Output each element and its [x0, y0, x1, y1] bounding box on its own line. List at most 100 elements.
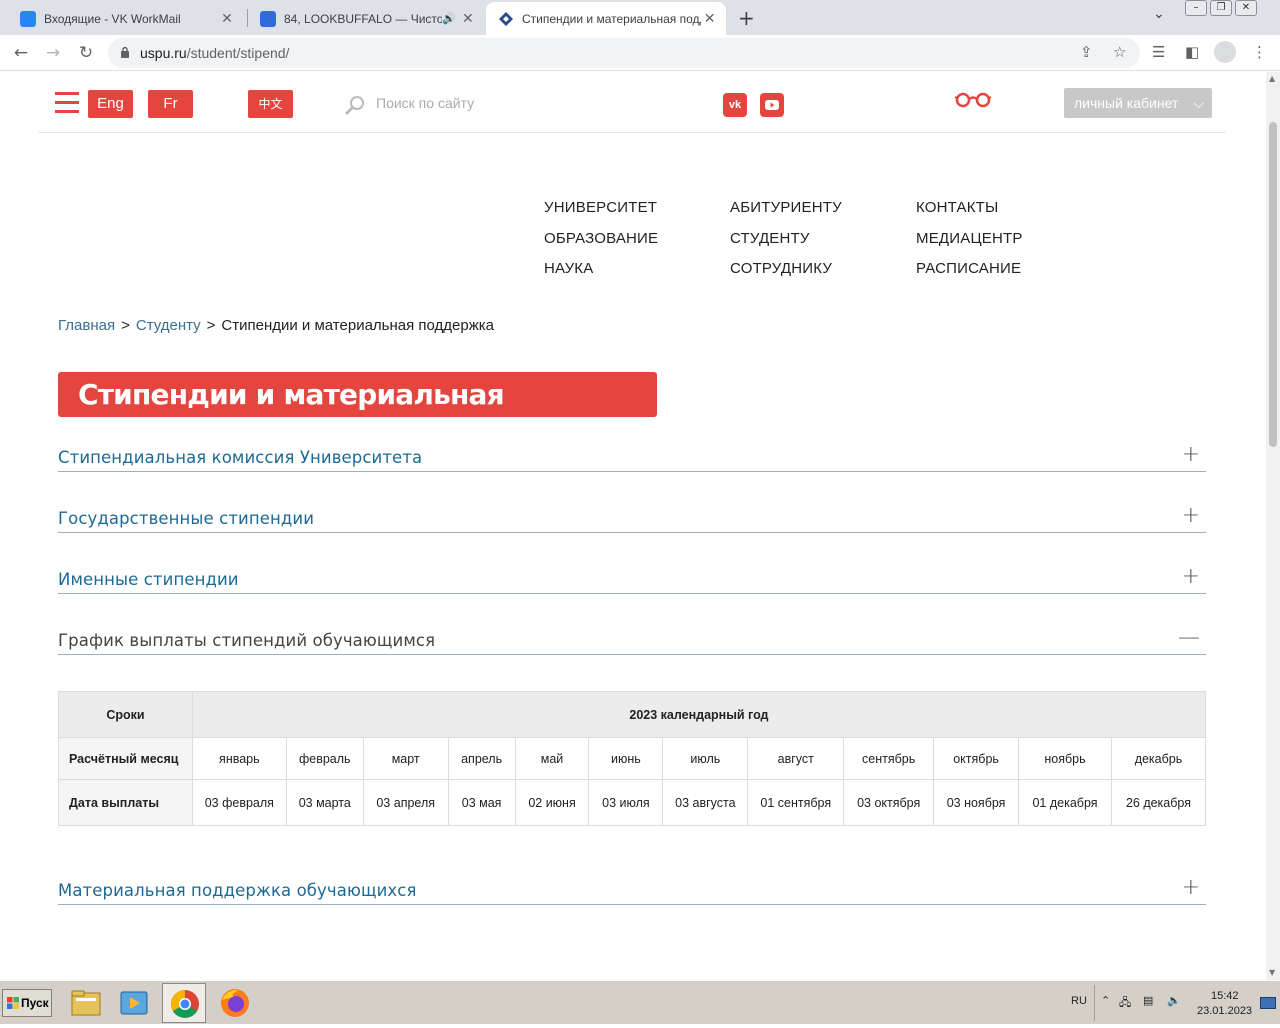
date-cell: 02 июня [514, 779, 590, 826]
tab-close-icon[interactable]: ✕ [460, 10, 476, 27]
personal-cabinet-button[interactable]: личный кабинет ⌵ [1064, 88, 1212, 118]
address-bar[interactable]: uspu.ru/student/stipend/ ⇪ ☆ [108, 38, 1140, 68]
month-cell: январь [191, 737, 287, 780]
site-header: Eng Fr 中文 vk личный кабинет ⌵ [38, 72, 1226, 133]
accordion-material-support[interactable]: Материальная поддержка обучающихся + [58, 875, 1206, 905]
breadcrumb: Главная > Студенту > Стипендии и материальна… [58, 317, 494, 334]
header-terms-cell: Сроки [58, 691, 193, 738]
lock-icon [121, 46, 129, 58]
accordion-label: Государственные стипендии [58, 509, 315, 528]
media-control-icon[interactable]: ☰ [1152, 43, 1165, 61]
network-status-icon[interactable]: 🖧 [1119, 994, 1131, 1013]
lang-english-button[interactable]: Eng [88, 90, 133, 118]
breadcrumb-separator: > [121, 317, 130, 334]
search-icon[interactable] [344, 94, 366, 116]
firefox-taskbar-icon[interactable] [213, 983, 257, 1023]
nav-item-schedule[interactable]: РАСПИСАНИЕ [916, 259, 1023, 290]
forward-arrow-icon[interactable]: → [41, 41, 65, 65]
media-player-taskbar-icon[interactable] [113, 983, 157, 1023]
nav-item-science[interactable]: НАУКА [544, 259, 658, 290]
vk-social-icon[interactable]: vk [723, 93, 747, 117]
accordion-payment-schedule[interactable]: График выплаты стипендий обучающимся — [58, 625, 1206, 655]
tab-vk-workmail[interactable]: Входящие - VK WorkMail ✕ [8, 2, 244, 35]
url-text: uspu.ru/student/stipend/ [140, 45, 289, 61]
tray-device-icon[interactable]: ▤ [1143, 994, 1153, 1007]
system-tray: ⌃ 🖧 ▤ 🔈 15:42 23.01.2023 [1094, 985, 1254, 1021]
month-cell: ноябрь [1018, 737, 1112, 780]
window-controls: – ❐ ✕ [1182, 0, 1257, 18]
vk-workmail-favicon-icon [20, 10, 36, 27]
row-label-month: Расчётный месяц [58, 737, 193, 780]
tab-close-icon[interactable]: ✕ [218, 10, 236, 27]
nav-item-contacts[interactable]: КОНТАКТЫ [916, 198, 1023, 229]
reload-icon[interactable]: ↻ [74, 41, 98, 65]
browser-toolbar: ← → ↻ uspu.ru/student/stipend/ ⇪ ☆ ☰ ◧ ⋮ [0, 35, 1280, 71]
scrollbar-thumb[interactable] [1269, 122, 1277, 447]
breadcrumb-home-link[interactable]: Главная [58, 317, 115, 334]
expand-plus-icon[interactable]: + [1182, 442, 1200, 467]
month-cell: июнь [588, 737, 664, 780]
tray-expand-chevron-icon[interactable]: ⌃ [1101, 994, 1110, 1007]
scroll-up-arrow-icon[interactable]: ▲ [1269, 74, 1275, 83]
windows-flag-icon [7, 997, 19, 1009]
clock-date[interactable]: 23.01.2023 [1197, 1005, 1252, 1017]
new-tab-icon[interactable]: + [738, 6, 755, 30]
tab-title: Входящие - VK WorkMail [44, 11, 181, 26]
nav-item-university[interactable]: УНИВЕРСИТЕТ [544, 198, 658, 229]
profile-avatar-icon[interactable] [1214, 41, 1236, 63]
site-search-input[interactable] [376, 90, 676, 116]
browser-menu-icon[interactable]: ⋮ [1252, 43, 1267, 61]
uspu-favicon-icon [498, 11, 514, 27]
audio-playing-icon[interactable]: 🔊 [442, 12, 456, 25]
nav-item-mediacenter[interactable]: МЕДИАЦЕНТР [916, 229, 1023, 260]
accordion-commission[interactable]: Стипендиальная комиссия Университета + [58, 442, 1206, 472]
chevron-down-icon: ⌵ [1193, 95, 1204, 111]
accordion-state-scholarships[interactable]: Государственные стипендии + [58, 503, 1206, 533]
language-indicator[interactable]: RU [1071, 995, 1087, 1007]
start-button[interactable]: Пуск [2, 989, 52, 1017]
tab-lookbuffalo[interactable]: 84, LOOKBUFFALO — Чисто па 🔊 ✕ [248, 2, 484, 35]
youtube-social-icon[interactable] [760, 93, 784, 117]
page-scrollbar[interactable]: ▲ ▼ [1266, 72, 1280, 980]
nav-item-education[interactable]: ОБРАЗОВАНИЕ [544, 229, 658, 260]
date-cell: 03 мая [447, 779, 516, 826]
volume-icon[interactable]: 🔈 [1167, 994, 1181, 1007]
nav-item-applicant[interactable]: АБИТУРИЕНТУ [730, 198, 842, 229]
expand-plus-icon[interactable]: + [1182, 875, 1200, 900]
file-explorer-taskbar-icon[interactable] [64, 983, 108, 1023]
expand-plus-icon[interactable]: + [1182, 564, 1200, 589]
lang-french-button[interactable]: Fr [148, 90, 193, 118]
date-cell: 01 сентября [747, 779, 845, 826]
url-path: /student/stipend/ [186, 45, 290, 61]
close-window-icon[interactable]: ✕ [1235, 0, 1257, 16]
video-favicon-icon [260, 10, 276, 27]
page-title-banner: Стипендии и материальная поддержка [58, 372, 657, 456]
restore-icon[interactable]: ❐ [1210, 0, 1232, 16]
tab-search-chevron-icon[interactable]: ⌄ [1153, 6, 1165, 22]
tab-stipend-active[interactable]: Стипендии и материальная подде ✕ [486, 2, 726, 35]
nav-item-student[interactable]: СТУДЕНТУ [730, 229, 842, 260]
accordion-label: Материальная поддержка обучающихся [58, 881, 417, 900]
hamburger-menu-icon[interactable] [55, 92, 79, 114]
nav-item-employee[interactable]: СОТРУДНИКУ [730, 259, 842, 290]
clock-time[interactable]: 15:42 [1211, 990, 1239, 1002]
tab-close-icon[interactable]: ✕ [701, 10, 718, 27]
accessibility-glasses-icon[interactable] [954, 92, 992, 108]
show-desktop-icon[interactable] [1260, 997, 1276, 1009]
scroll-down-arrow-icon[interactable]: ▼ [1269, 968, 1275, 977]
bookmark-star-icon[interactable]: ☆ [1113, 43, 1126, 61]
breadcrumb-student-link[interactable]: Студенту [136, 317, 201, 334]
collapse-minus-icon[interactable]: — [1178, 625, 1200, 650]
chrome-taskbar-icon[interactable] [162, 983, 206, 1023]
url-host: uspu.ru [140, 45, 187, 61]
breadcrumb-separator: > [206, 317, 216, 334]
back-arrow-icon[interactable]: ← [9, 41, 33, 65]
lang-chinese-button[interactable]: 中文 [248, 90, 293, 118]
minimize-icon[interactable]: – [1185, 0, 1207, 16]
date-cell: 03 августа [662, 779, 749, 826]
expand-plus-icon[interactable]: + [1182, 503, 1200, 528]
side-panel-icon[interactable]: ◧ [1185, 43, 1199, 61]
share-icon[interactable]: ⇪ [1080, 43, 1093, 61]
accordion-named-scholarships[interactable]: Именные стипендии + [58, 564, 1206, 594]
nav-column-1: УНИВЕРСИТЕТ ОБРАЗОВАНИЕ НАУКА [544, 198, 658, 290]
